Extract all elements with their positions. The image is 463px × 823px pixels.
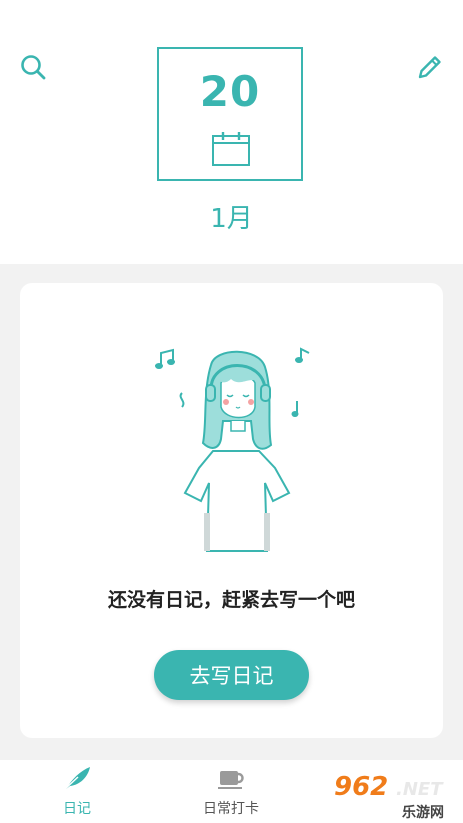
site-watermark: 962 .NET 乐游网 xyxy=(332,770,463,823)
watermark-logo: 962 xyxy=(334,772,389,802)
date-card[interactable]: 20 xyxy=(157,47,303,181)
girl-with-headphones-illustration xyxy=(155,347,310,552)
coffee-cup-icon xyxy=(218,771,244,789)
tab-daily-checkin[interactable]: 日常打卡 xyxy=(154,760,308,823)
tab-daily-checkin-label: 日常打卡 xyxy=(203,801,259,817)
watermark-sub: 乐游网 xyxy=(402,802,444,822)
date-day: 20 xyxy=(199,67,261,116)
header: 20 1月 xyxy=(0,0,463,264)
feather-icon xyxy=(63,767,90,791)
month-label: 1月 xyxy=(210,204,253,234)
search-button[interactable] xyxy=(18,52,48,82)
tab-diary-label: 日记 xyxy=(63,801,91,817)
edit-button[interactable] xyxy=(415,52,445,82)
pencil-icon xyxy=(418,56,441,79)
write-diary-button[interactable]: 去写日记 xyxy=(154,650,309,700)
search-icon xyxy=(21,55,46,80)
tab-diary[interactable]: 日记 xyxy=(0,760,154,823)
empty-message: 还没有日记，赶紧去写一个吧 xyxy=(107,589,355,611)
watermark-net: .NET xyxy=(396,779,443,800)
calendar-icon xyxy=(212,132,250,166)
empty-diary-card: 还没有日记，赶紧去写一个吧 去写日记 xyxy=(20,283,443,738)
